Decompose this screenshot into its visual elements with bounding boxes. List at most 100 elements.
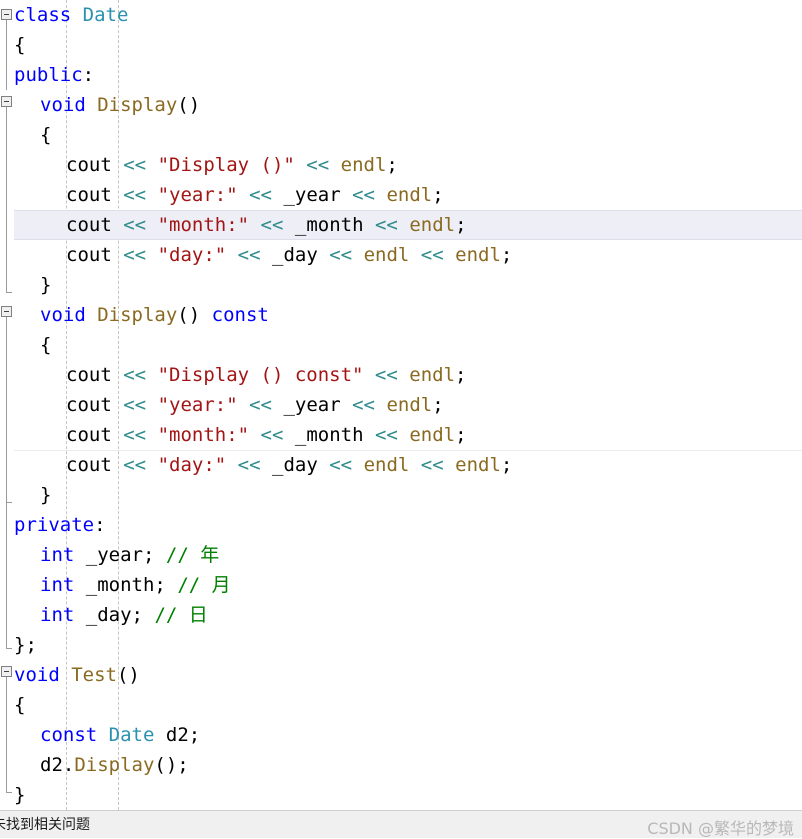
fold-marker-class-date[interactable] xyxy=(1,9,12,20)
code-line[interactable]: cout << "day:" << _day << endl << endl; xyxy=(14,450,802,480)
code-line[interactable]: d2.Display(); xyxy=(14,750,802,780)
code-token: 日 xyxy=(188,604,208,626)
code-token: private xyxy=(14,514,95,536)
code-token: endl xyxy=(409,424,456,446)
code-lines[interactable]: class Date{public: void Display(){cout <<… xyxy=(14,0,802,810)
code-token: : xyxy=(94,514,106,536)
code-token: << xyxy=(249,394,272,416)
code-line[interactable]: { xyxy=(14,30,802,60)
code-line[interactable]: cout << "month:" << _month << endl; xyxy=(14,420,802,450)
code-token: << xyxy=(374,214,398,236)
code-token: : xyxy=(82,64,95,86)
code-token: Test xyxy=(71,664,117,686)
code-line[interactable]: cout << "day:" << _day << endl << endl; xyxy=(14,240,802,270)
code-token: ; xyxy=(432,394,444,416)
code-token: { xyxy=(40,334,52,356)
code-token: << xyxy=(237,454,261,476)
code-line[interactable]: { xyxy=(14,690,802,720)
code-token: const xyxy=(40,724,98,746)
code-token: ; xyxy=(386,154,398,176)
code-line[interactable]: int _day; // 日 xyxy=(14,600,802,630)
fold-margin[interactable] xyxy=(0,0,14,810)
code-token: << xyxy=(123,244,147,266)
code-line[interactable]: { xyxy=(14,330,802,360)
fold-bracket-end-test xyxy=(6,792,12,793)
code-token: _day xyxy=(85,604,132,626)
status-message: 未找到相关问题 xyxy=(0,817,90,833)
code-token: _year xyxy=(283,184,341,206)
code-token: } xyxy=(40,274,52,296)
code-token: _day xyxy=(272,244,318,266)
code-token: << xyxy=(374,364,398,386)
code-line[interactable]: { xyxy=(14,120,802,150)
code-line[interactable]: } xyxy=(14,780,802,810)
code-line[interactable]: int _year; // 年 xyxy=(14,540,802,570)
code-token: ; xyxy=(500,244,513,266)
code-token: "month:" xyxy=(157,214,250,236)
code-surface[interactable]: class Date{public: void Display(){cout <<… xyxy=(14,0,802,810)
code-token: } xyxy=(40,484,52,506)
code-line[interactable]: cout << "Display () const" << endl; xyxy=(14,360,802,390)
code-line[interactable]: } xyxy=(14,480,802,510)
code-token: "Display ()" xyxy=(157,154,295,176)
code-token: int xyxy=(40,574,75,596)
fold-bracket-end-display xyxy=(6,292,12,293)
code-token: Date xyxy=(82,4,129,26)
code-token: // xyxy=(177,574,212,596)
code-token: "month:" xyxy=(157,424,250,446)
code-line[interactable]: void Test() xyxy=(14,660,802,690)
code-token: cout xyxy=(66,424,112,446)
code-token: endl xyxy=(340,154,387,176)
code-token: << xyxy=(249,184,272,206)
code-line[interactable]: public: xyxy=(14,60,802,90)
code-line[interactable]: int _month; // 月 xyxy=(14,570,802,600)
code-line[interactable]: cout << "Display ()" << endl; xyxy=(14,150,802,180)
code-token: cout xyxy=(66,154,112,176)
code-line[interactable]: cout << "year:" << _year << endl; xyxy=(14,180,802,210)
code-token: endl xyxy=(386,394,433,416)
fold-marker-test[interactable] xyxy=(1,666,12,677)
fold-marker-display-const[interactable] xyxy=(1,306,12,317)
code-line[interactable]: void Display() xyxy=(14,90,802,120)
code-editor[interactable]: class Date{public: void Display(){cout <<… xyxy=(0,0,802,810)
fold-marker-display[interactable] xyxy=(1,96,12,107)
code-token: ; xyxy=(432,184,444,206)
code-line[interactable]: } xyxy=(14,270,802,300)
code-token: cout xyxy=(66,454,112,476)
code-line[interactable]: private: xyxy=(14,510,802,540)
code-line[interactable]: void Display() const xyxy=(14,300,802,330)
code-line[interactable]: }; xyxy=(14,630,802,660)
code-token: 月 xyxy=(211,574,231,596)
code-line[interactable]: class Date xyxy=(14,0,802,30)
code-line[interactable]: cout << "month:" << _month << endl; xyxy=(14,210,802,240)
code-token: << xyxy=(374,424,398,446)
code-token: << xyxy=(123,154,147,176)
code-line[interactable]: const Date d2; xyxy=(14,720,802,750)
code-line[interactable]: cout << "year:" << _year << endl; xyxy=(14,390,802,420)
code-token: { xyxy=(14,34,26,56)
